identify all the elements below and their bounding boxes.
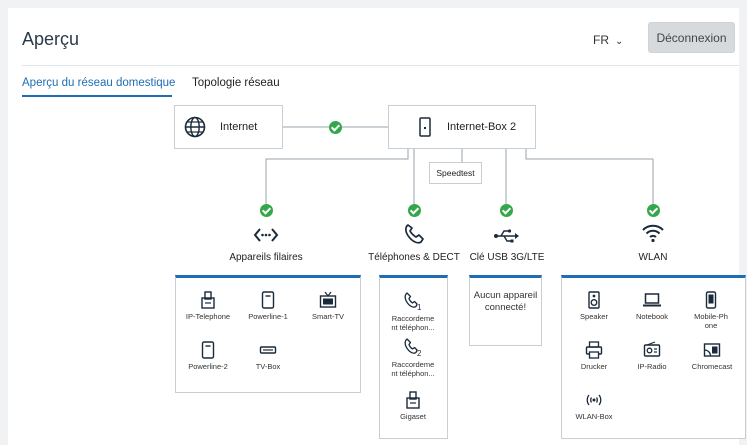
device-wlan-box[interactable]: WLAN-Box bbox=[564, 391, 624, 421]
category-label-phones: Téléphones & DECT bbox=[368, 252, 460, 263]
device-label-line2: nt téléphon... bbox=[391, 323, 435, 333]
device-phone-line-2[interactable]: 2 Raccordeme nt téléphon... bbox=[383, 337, 443, 379]
usb-panel: Aucun appareil connecté! bbox=[469, 275, 542, 346]
device-label-line2: nt téléphon... bbox=[391, 369, 435, 379]
device-label: Notebook bbox=[635, 312, 669, 321]
device-label: IP-Telephone bbox=[185, 312, 231, 321]
device-label: IP-Radio bbox=[637, 362, 667, 371]
device-ip-radio[interactable]: IP-Radio bbox=[622, 341, 682, 371]
device-powerline-2[interactable]: Powerline-2 bbox=[178, 341, 238, 371]
internet-node[interactable]: Internet bbox=[174, 105, 283, 149]
device-label: Raccordeme bbox=[391, 360, 435, 369]
device-label: Chromecast bbox=[691, 362, 733, 371]
device-phone-line-1[interactable]: 1 Raccordeme nt téléphon... bbox=[383, 291, 443, 333]
device-label: Speaker bbox=[580, 312, 608, 321]
device-notebook[interactable]: Notebook bbox=[622, 291, 682, 321]
device-smart-tv[interactable]: Smart-TV bbox=[298, 291, 358, 321]
phone-handset-icon: 1 bbox=[404, 292, 422, 311]
device-speaker[interactable]: Speaker bbox=[564, 291, 624, 321]
device-label: Raccordeme bbox=[391, 314, 435, 323]
router-icon bbox=[419, 117, 431, 137]
category-label-wlan: WLAN bbox=[638, 252, 668, 263]
device-label: Powerline-2 bbox=[188, 362, 228, 371]
device-chromecast[interactable]: Chromecast bbox=[682, 341, 742, 371]
device-label: Gigaset bbox=[400, 412, 426, 421]
device-gigaset[interactable]: Gigaset bbox=[383, 391, 443, 421]
phone-status-ok-icon bbox=[408, 204, 421, 217]
radio-icon bbox=[643, 341, 661, 357]
wired-status-ok-icon bbox=[260, 204, 273, 217]
phone-icon bbox=[405, 224, 424, 244]
wifi-icon bbox=[642, 224, 664, 243]
device-label: Mobile-Phone bbox=[694, 312, 728, 331]
category-label-wired: Appareils filaires bbox=[229, 252, 303, 263]
device-label: TV-Box bbox=[255, 362, 281, 371]
svg-text:2: 2 bbox=[417, 349, 422, 357]
internet-box-label: Internet-Box 2 bbox=[447, 121, 517, 133]
internet-box-node[interactable]: Internet-Box 2 bbox=[388, 105, 536, 149]
powerline-icon bbox=[261, 291, 275, 309]
device-ip-telephone[interactable]: IP-Telephone bbox=[178, 291, 238, 321]
device-tv-box[interactable]: TV-Box bbox=[238, 341, 298, 371]
device-drucker[interactable]: Drucker bbox=[564, 341, 624, 371]
usb-status-ok-icon bbox=[500, 204, 513, 217]
device-label: Drucker bbox=[580, 362, 608, 371]
speaker-icon bbox=[588, 291, 600, 309]
svg-text:1: 1 bbox=[417, 303, 422, 311]
usb-empty-message: Aucun appareil connecté! bbox=[473, 290, 538, 314]
internet-status-ok-icon bbox=[329, 121, 342, 134]
device-mobile-phone[interactable]: Mobile-Phone bbox=[682, 291, 740, 331]
powerline-icon bbox=[201, 341, 215, 359]
set-top-box-icon bbox=[259, 346, 277, 354]
device-label: Powerline-1 bbox=[248, 312, 288, 321]
cast-icon bbox=[703, 343, 721, 357]
speedtest-button[interactable]: Speedtest bbox=[429, 162, 482, 184]
category-label-usb: Clé USB 3G/LTE bbox=[469, 252, 545, 263]
wireless-access-point-icon bbox=[586, 394, 602, 406]
page: Aperçu FR ⌄ Déconnexion Aperçu du réseau … bbox=[8, 8, 746, 445]
wlan-devices-panel: Speaker Notebook Mobile-Phone Drucker IP… bbox=[561, 275, 746, 439]
globe-icon bbox=[184, 116, 206, 138]
wlan-status-ok-icon bbox=[647, 204, 660, 217]
ethernet-icon bbox=[253, 228, 279, 242]
wired-devices-panel: IP-Telephone Powerline-1 Smart-TV Powerl… bbox=[175, 275, 361, 393]
smartphone-icon bbox=[705, 291, 717, 309]
phone-handset-icon: 2 bbox=[404, 338, 422, 357]
phones-panel: 1 Raccordeme nt téléphon... 2 Raccordeme… bbox=[379, 275, 448, 439]
desk-phone-icon bbox=[201, 291, 215, 309]
device-label: WLAN-Box bbox=[575, 412, 613, 421]
tv-icon bbox=[319, 291, 337, 308]
laptop-icon bbox=[643, 293, 661, 307]
device-powerline-1[interactable]: Powerline-1 bbox=[238, 291, 298, 321]
internet-label: Internet bbox=[220, 121, 258, 133]
desk-phone-icon bbox=[406, 391, 420, 409]
usb-icon bbox=[494, 229, 519, 243]
device-label: Smart-TV bbox=[311, 312, 345, 321]
printer-icon bbox=[585, 341, 603, 359]
